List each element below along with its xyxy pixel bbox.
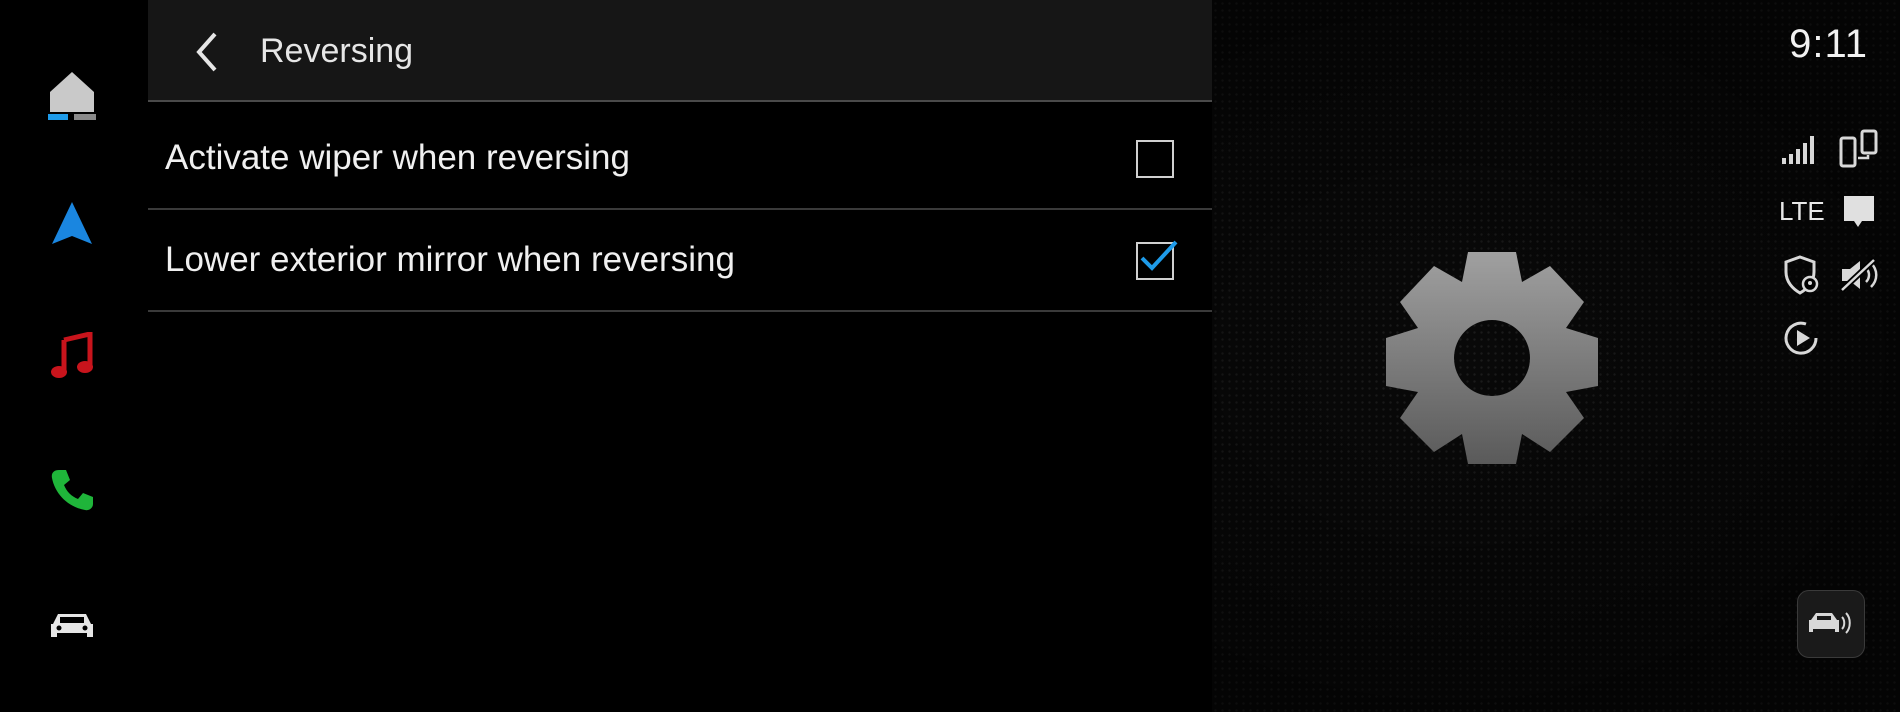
setting-label: Activate wiper when reversing — [165, 138, 630, 177]
home-icon — [48, 72, 96, 120]
signal-icon — [1782, 136, 1814, 164]
music-icon — [51, 332, 93, 378]
setting-row-mirror[interactable]: Lower exterior mirror when reversing — [148, 208, 1212, 312]
mute-icon — [1839, 257, 1878, 293]
parking-assist-icon — [1809, 612, 1851, 634]
clock: 9:11 — [1789, 22, 1868, 66]
back-button[interactable] — [178, 22, 238, 82]
navigation-icon — [52, 202, 92, 244]
sidebar-item-phone[interactable] — [30, 448, 114, 532]
network-type-label: LTE — [1779, 196, 1825, 226]
phone-connection-icon — [1839, 129, 1878, 168]
chevron-left-icon — [196, 32, 217, 72]
phone-icon — [51, 470, 93, 511]
header-bar: Reversing — [148, 0, 1212, 102]
message-icon — [1844, 196, 1874, 227]
parking-assist-button[interactable] — [1797, 590, 1865, 658]
sidebar-item-vehicle[interactable] — [30, 582, 114, 666]
sidebar-item-navigation[interactable] — [30, 182, 114, 266]
privacy-location-icon — [1784, 255, 1819, 295]
setting-row-wiper[interactable]: Activate wiper when reversing — [148, 106, 1212, 210]
car-icon — [51, 614, 93, 637]
setting-label: Lower exterior mirror when reversing — [165, 240, 735, 279]
settings-panel: Reversing Activate wiper when reversing … — [148, 0, 1212, 712]
play-icon — [1784, 321, 1818, 355]
checkmark-icon — [1140, 240, 1178, 271]
settings-gear-icon — [1386, 252, 1598, 464]
sidebar-item-music[interactable] — [30, 314, 114, 398]
wiper-checkbox[interactable] — [1136, 140, 1174, 178]
mirror-checkbox[interactable] — [1136, 240, 1178, 280]
sidebar-item-home[interactable] — [30, 54, 114, 138]
page-title: Reversing — [260, 32, 414, 70]
sidebar — [0, 0, 148, 712]
